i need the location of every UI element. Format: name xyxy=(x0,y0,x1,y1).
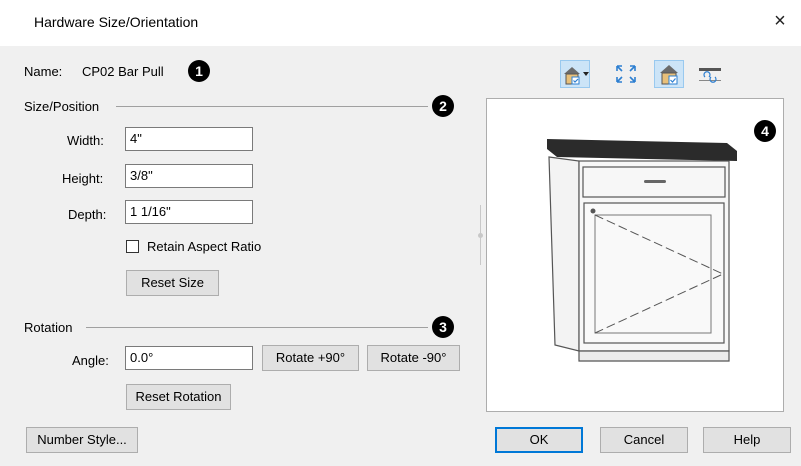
width-label: Width: xyxy=(67,133,104,148)
ok-button[interactable]: OK xyxy=(495,427,583,453)
dialog-title: Hardware Size/Orientation xyxy=(34,14,199,30)
reset-size-button[interactable]: Reset Size xyxy=(126,270,219,296)
preview-panel[interactable] xyxy=(486,98,784,412)
rotation-divider xyxy=(86,327,428,328)
angle-label: Angle: xyxy=(72,353,109,368)
depth-field[interactable]: 1 1/16" xyxy=(125,200,253,224)
cabinet-preview-image xyxy=(547,139,737,362)
rotate-minus-90-button[interactable]: Rotate -90° xyxy=(367,345,460,371)
fill-window-icon[interactable] xyxy=(611,60,641,88)
callout-badge-3: 3 xyxy=(432,316,454,338)
rotate-plus-90-button[interactable]: Rotate +90° xyxy=(262,345,359,371)
camera-view-dropdown-icon[interactable] xyxy=(560,60,590,88)
help-button[interactable]: Help xyxy=(703,427,791,453)
number-style-button[interactable]: Number Style... xyxy=(26,427,138,453)
depth-label: Depth: xyxy=(68,207,107,222)
size-position-heading: Size/Position xyxy=(24,99,100,114)
retain-aspect-label: Retain Aspect Ratio xyxy=(147,239,262,254)
name-value: CP02 Bar Pull xyxy=(82,64,164,79)
callout-badge-1: 1 xyxy=(188,60,210,82)
name-label: Name: xyxy=(24,64,63,79)
close-icon[interactable]: × xyxy=(769,10,791,32)
callout-badge-4: 4 xyxy=(754,120,776,142)
rotation-heading: Rotation xyxy=(24,320,73,335)
cancel-button[interactable]: Cancel xyxy=(600,427,688,453)
width-field[interactable]: 4" xyxy=(125,127,253,151)
retain-aspect-checkbox[interactable] xyxy=(126,240,139,253)
height-field[interactable]: 3/8" xyxy=(125,164,253,188)
show-colors-icon[interactable] xyxy=(654,60,684,88)
size-position-divider xyxy=(116,106,428,107)
reset-rotation-button[interactable]: Reset Rotation xyxy=(126,384,231,410)
callout-badge-2: 2 xyxy=(432,95,454,117)
rotate-view-icon[interactable] xyxy=(695,60,725,88)
splitter-grip-icon xyxy=(478,233,483,238)
angle-field[interactable]: 0.0° xyxy=(125,346,253,370)
height-label: Height: xyxy=(62,171,104,186)
